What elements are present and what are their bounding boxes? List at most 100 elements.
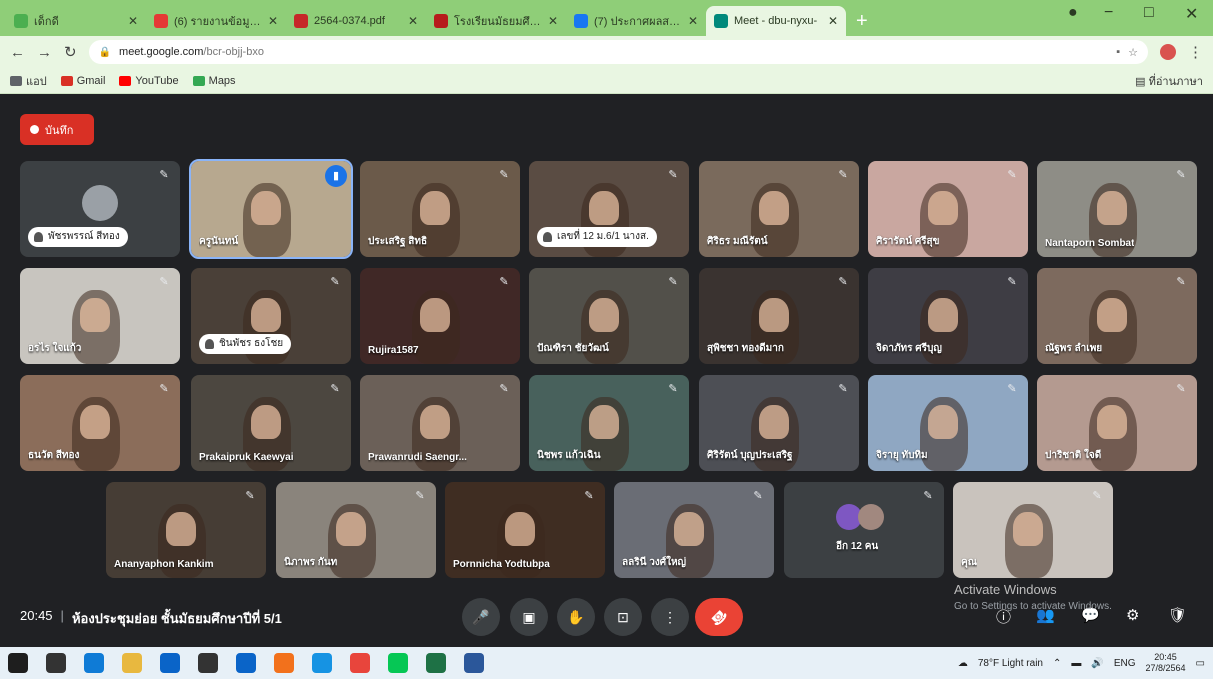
- hang-up-button[interactable]: ☎: [695, 598, 743, 636]
- bookmark-item[interactable]: YouTube: [119, 72, 179, 90]
- participant-tile[interactable]: ✎ ศิริธร มณีรัตน์: [699, 161, 859, 257]
- participant-face: [251, 405, 281, 439]
- bookmark-star-icon[interactable]: ☆: [1128, 46, 1138, 59]
- participant-face: [251, 191, 281, 225]
- participant-tile[interactable]: ✎ ศิริรัตน์ บุญประเสริฐ: [699, 375, 859, 471]
- close-tab-icon[interactable]: ✕: [408, 14, 418, 28]
- participant-tile[interactable]: ✎ ชินพัชร ธงโชย: [191, 268, 351, 364]
- close-tab-icon[interactable]: ✕: [268, 14, 278, 28]
- chevron-up-icon[interactable]: ⌃: [1053, 658, 1061, 669]
- close-tab-icon[interactable]: ✕: [128, 14, 138, 28]
- chrome-icon[interactable]: [350, 653, 370, 673]
- activities-icon: ⚙: [1126, 607, 1140, 624]
- participant-tile[interactable]: ✎ ปัณฑิรา ชัยวัฒน์: [529, 268, 689, 364]
- raise-hand-button[interactable]: ✋: [557, 598, 595, 636]
- mic-off-icon: ✎: [499, 169, 509, 181]
- participant-tile[interactable]: ▮ ครูนันทน์: [189, 159, 353, 259]
- photos-icon[interactable]: [274, 653, 294, 673]
- participant-tile[interactable]: ✎ ประเสริฐ สิทธิ: [360, 161, 520, 257]
- close-window-button[interactable]: ✕: [1185, 4, 1198, 24]
- bookmark-list: แอป Gmail YouTube Maps: [10, 72, 236, 90]
- weather-icon[interactable]: ☁: [958, 658, 968, 669]
- participant-tile[interactable]: ✎ Nantaporn Sombat: [1037, 161, 1197, 257]
- host-controls-button[interactable]: 🛡: [1168, 606, 1187, 624]
- participant-tile[interactable]: ✎ Rujira1587: [360, 268, 520, 364]
- phone-icon: ☎: [707, 605, 732, 630]
- participant-tile[interactable]: ✎ อรไร ใจแก้ว: [20, 268, 180, 364]
- store-icon[interactable]: [198, 653, 218, 673]
- participant-tile[interactable]: ✎ Prakaipruk Kaewyai: [191, 375, 351, 471]
- camera-button[interactable]: ▣: [510, 598, 548, 636]
- participant-face: [80, 405, 110, 439]
- maximize-button[interactable]: □: [1144, 4, 1154, 22]
- outlook-icon[interactable]: [160, 653, 180, 673]
- excel-icon[interactable]: [426, 653, 446, 673]
- participant-name: ครูนันทน์: [199, 236, 239, 247]
- mic-button[interactable]: 🎤: [462, 598, 500, 636]
- activities-button[interactable]: ⚙: [1126, 606, 1139, 624]
- browser-tab[interactable]: 2564-0374.pdf ✕: [286, 6, 426, 36]
- browser-tab[interactable]: Meet - dbu-nyxu- ✕: [706, 6, 846, 36]
- participant-tile[interactable]: ✎ นิภาพร กันท: [276, 482, 436, 578]
- close-tab-icon[interactable]: ✕: [548, 14, 558, 28]
- participant-tile[interactable]: ✎ คุณ: [953, 482, 1113, 578]
- network-icon[interactable]: ▬: [1071, 658, 1081, 669]
- close-tab-icon[interactable]: ✕: [828, 14, 838, 28]
- profile-icon[interactable]: ●: [1068, 4, 1078, 22]
- participant-tile[interactable]: ✎ เลขที่ 12 ม.6/1 นางส.: [529, 161, 689, 257]
- browser-tab[interactable]: เด็กดี ✕: [6, 6, 146, 36]
- bookmark-item[interactable]: Maps: [192, 72, 236, 90]
- weather-text[interactable]: 78°F Light rain: [978, 658, 1043, 669]
- edge-2-icon[interactable]: [312, 653, 332, 673]
- url-field[interactable]: 🔒 meet.google.com/bcr-objj-bxo ▪ ☆: [88, 40, 1148, 64]
- participant-tile[interactable]: ✎ Ananyaphon Kankim: [106, 482, 266, 578]
- close-tab-icon[interactable]: ✕: [688, 14, 698, 28]
- camera-status-icon[interactable]: ▪: [1116, 46, 1120, 58]
- participant-tile[interactable]: ✎ อีก 12 คน: [784, 482, 944, 578]
- mic-off-icon: ✎: [159, 383, 169, 395]
- volume-icon[interactable]: 🔊: [1091, 658, 1103, 669]
- language-indicator[interactable]: ENG: [1114, 658, 1136, 669]
- mail-icon[interactable]: [236, 653, 256, 673]
- mic-off-icon: ✎: [1176, 383, 1186, 395]
- participant-tile[interactable]: ✎ ธนวัต สีทอง: [20, 375, 180, 471]
- browser-tab[interactable]: โรงเรียนมัธยมศึกษาขนาดใหญ่ ✕: [426, 6, 566, 36]
- edge-icon[interactable]: [84, 653, 104, 673]
- participant-tile[interactable]: ✎ สุพิชชา ทองดีมาก: [699, 268, 859, 364]
- participant-tile[interactable]: ✎ พัชรพรรณ์ สีทอง: [20, 161, 180, 257]
- recording-badge[interactable]: บันทึก: [20, 114, 94, 145]
- start-icon[interactable]: [8, 653, 28, 673]
- mic-off-icon: ✎: [415, 490, 425, 502]
- clock[interactable]: 20:45 27/8/2564: [1146, 652, 1186, 674]
- browser-tab[interactable]: (7) ประกาศผลสอบเข้าเรียน ✕: [566, 6, 706, 36]
- participant-tile[interactable]: ✎ จิรายุ ทับทิม: [868, 375, 1028, 471]
- participant-tile[interactable]: ✎ ณัฐพร ลำเพย: [1037, 268, 1197, 364]
- back-icon[interactable]: ←: [10, 44, 25, 61]
- bookmark-item[interactable]: Gmail: [60, 72, 105, 90]
- participant-tile[interactable]: ✎ ศิรารัตน์ ศรีสุข: [868, 161, 1028, 257]
- participant-tile[interactable]: ✎ ปาริชาติ ใจดี: [1037, 375, 1197, 471]
- participant-name: ศิริรัตน์ บุญประเสริฐ: [707, 450, 793, 461]
- word-icon[interactable]: [464, 653, 484, 673]
- new-tab-button[interactable]: +: [846, 6, 878, 36]
- bookmark-item[interactable]: แอป: [10, 72, 47, 90]
- line-icon[interactable]: [388, 653, 408, 673]
- participant-tile[interactable]: ✎ Prawanrudi Saengr...: [360, 375, 520, 471]
- tab-list: เด็กดี✕(6) รายงานข้อมูลการเรียน✕2564-037…: [6, 6, 846, 36]
- reload-icon[interactable]: ↻: [64, 43, 77, 61]
- file-explorer-icon[interactable]: [122, 653, 142, 673]
- browser-tab[interactable]: (6) รายงานข้อมูลการเรียน ✕: [146, 6, 286, 36]
- participant-tile[interactable]: ✎ นิชพร แก้วเฉิน: [529, 375, 689, 471]
- reading-list-button[interactable]: ▤ ที่อ่านภาษา: [1135, 72, 1203, 90]
- task-view-icon[interactable]: [46, 653, 66, 673]
- participant-tile[interactable]: ✎ Pornnicha Yodtubpa: [445, 482, 605, 578]
- browser-menu-icon[interactable]: ⋮: [1188, 43, 1203, 61]
- more-options-button[interactable]: ⋮: [651, 598, 689, 636]
- present-button[interactable]: ⊡: [604, 598, 642, 636]
- participant-tile[interactable]: ✎ จิดาภัทร ศรีบุญ: [868, 268, 1028, 364]
- forward-icon[interactable]: →: [37, 44, 52, 61]
- notification-icon[interactable]: ▭: [1196, 658, 1205, 669]
- avatar[interactable]: [1160, 44, 1176, 60]
- minimize-button[interactable]: −: [1104, 4, 1113, 22]
- participant-tile[interactable]: ✎ ลลรินี วงศ์ใหญ่: [614, 482, 774, 578]
